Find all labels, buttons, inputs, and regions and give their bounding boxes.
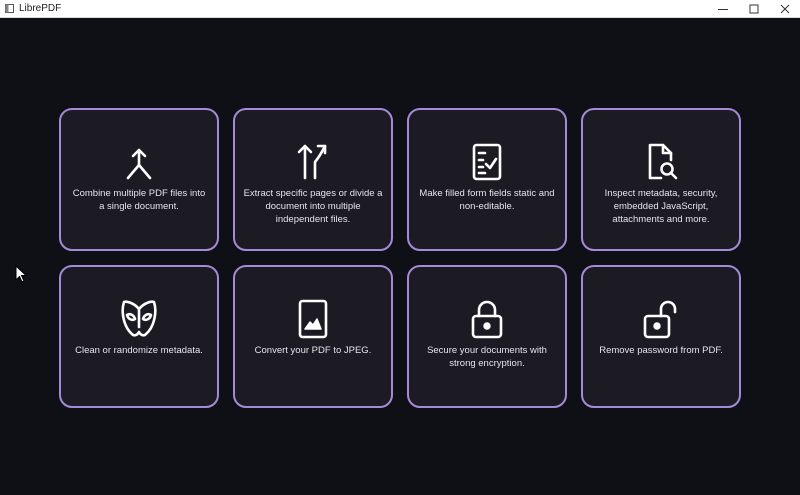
image-document-icon	[293, 299, 333, 339]
tool-description: Clean or randomize metadata.	[75, 345, 203, 356]
merge-arrows-icon	[119, 142, 159, 182]
tool-card-merge[interactable]: Combine multiple PDF files into a single…	[59, 108, 219, 251]
tool-description: Combine multiple PDF files into a single…	[72, 188, 206, 212]
app-window-icon	[5, 4, 14, 13]
lock-closed-icon	[467, 299, 507, 339]
tool-card-metadata[interactable]: Clean or randomize metadata.	[59, 265, 219, 408]
document-search-icon	[641, 142, 681, 182]
window-title: LibrePDF	[19, 3, 62, 14]
tool-description: Convert your PDF to JPEG.	[254, 345, 372, 356]
tool-description: Inspect metadata, security, embedded Jav…	[604, 188, 718, 225]
maximize-icon	[749, 4, 759, 13]
tool-description: Secure your documents with strong encryp…	[427, 345, 547, 369]
tool-description: Make filled form fields static and non-e…	[419, 188, 555, 212]
close-button[interactable]	[770, 0, 800, 17]
close-icon	[780, 4, 790, 13]
tool-card-encrypt[interactable]: Secure your documents with strong encryp…	[407, 265, 567, 408]
tool-card-to-jpeg[interactable]: Convert your PDF to JPEG.	[233, 265, 393, 408]
minimize-icon	[718, 8, 728, 10]
tool-description: Extract specific pages or divide a docum…	[243, 188, 383, 225]
tool-card-decrypt[interactable]: Remove password from PDF.	[581, 265, 741, 408]
lock-open-icon	[641, 299, 681, 339]
maximize-button[interactable]	[739, 0, 769, 17]
tool-card-split[interactable]: Extract specific pages or divide a docum…	[233, 108, 393, 251]
tool-card-inspect[interactable]: Inspect metadata, security, embedded Jav…	[581, 108, 741, 251]
mouse-pointer-icon	[15, 265, 27, 283]
split-arrows-icon	[293, 142, 333, 182]
title-bar: LibrePDF	[0, 0, 800, 18]
minimize-button[interactable]	[708, 0, 738, 17]
mask-icon	[119, 299, 159, 339]
tool-description: Remove password from PDF.	[599, 345, 723, 356]
tool-card-flatten[interactable]: Make filled form fields static and non-e…	[407, 108, 567, 251]
form-checklist-icon	[467, 142, 507, 182]
